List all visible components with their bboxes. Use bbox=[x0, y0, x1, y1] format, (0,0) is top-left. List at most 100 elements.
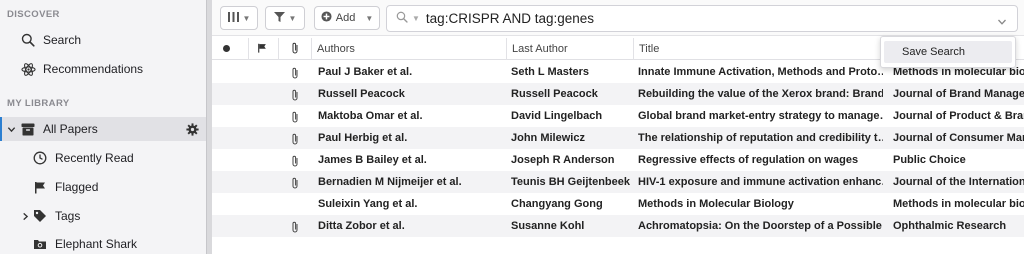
paperclip-icon[interactable] bbox=[291, 88, 301, 101]
app-window: DISCOVER Search Recommendations MY LIBRA… bbox=[0, 0, 1024, 254]
paperclip-icon[interactable] bbox=[291, 132, 301, 145]
sidebar-item-all-papers[interactable]: All Papers bbox=[0, 117, 206, 141]
add-button-label: Add bbox=[335, 12, 356, 24]
flag-column-header[interactable] bbox=[248, 38, 267, 60]
title-cell: HIV-1 exposure and immune activation enh… bbox=[638, 176, 883, 188]
authors-cell: Suleixin Yang et al. bbox=[318, 198, 418, 210]
title-cell: Rebuilding the value of the Xerox brand:… bbox=[638, 88, 883, 100]
authors-cell: Paul Herbig et al. bbox=[318, 132, 408, 144]
journal-cell: Journal of Product & Bran bbox=[893, 110, 1024, 122]
filter-icon bbox=[273, 11, 285, 25]
tag-icon bbox=[32, 208, 48, 224]
archive-box-icon bbox=[20, 121, 36, 137]
atom-icon bbox=[20, 61, 36, 77]
read-status-column-header[interactable] bbox=[223, 38, 230, 60]
search-icon bbox=[396, 10, 408, 28]
journal-cell: Journal of the Internationa bbox=[893, 176, 1024, 188]
title-cell: Regressive effects of regulation on wage… bbox=[638, 154, 859, 166]
journal-cell: Methods in molecular biol bbox=[893, 198, 1024, 210]
sidebar-item-search[interactable]: Search bbox=[0, 28, 206, 52]
paperclip-icon[interactable] bbox=[291, 110, 301, 123]
sidebar: DISCOVER Search Recommendations MY LIBRA… bbox=[0, 0, 206, 254]
dot-icon bbox=[223, 43, 230, 55]
sidebar-item-recently-read[interactable]: Recently Read bbox=[0, 146, 206, 170]
sidebar-item-label: Flagged bbox=[55, 180, 99, 194]
save-search-menu-item[interactable]: Save Search bbox=[884, 41, 1012, 63]
last-author-cell: Russell Peacock bbox=[511, 88, 598, 100]
add-button[interactable]: Add ▼ bbox=[314, 6, 380, 30]
search-options-popup: Save Search bbox=[880, 36, 1016, 68]
authors-column-header[interactable]: Authors bbox=[311, 38, 506, 60]
title-cell: Achromatopsia: On the Doorstep of a Poss… bbox=[638, 220, 883, 232]
search-input[interactable]: tag:CRISPR AND tag:genes bbox=[426, 11, 594, 26]
paperclip-icon bbox=[291, 42, 299, 57]
sidebar-item-label: Recommendations bbox=[43, 62, 144, 76]
last-author-cell: Teunis BH Geijtenbeek bbox=[511, 176, 630, 188]
sidebar-item-label: Elephant Shark bbox=[55, 237, 138, 251]
title-column-header[interactable]: Title bbox=[633, 38, 883, 60]
authors-cell: James B Bailey et al. bbox=[318, 154, 427, 166]
sidebar-item-elephant-shark[interactable]: Elephant Shark bbox=[0, 232, 206, 254]
table-row[interactable]: Suleixin Yang et al. Changyang Gong Method… bbox=[212, 193, 1024, 215]
last-author-cell: David Lingelbach bbox=[511, 110, 603, 122]
search-options-chevron-icon[interactable]: ▼ bbox=[412, 14, 420, 23]
chevron-down-icon[interactable] bbox=[997, 14, 1007, 32]
paperclip-icon[interactable] bbox=[291, 154, 301, 167]
chevron-down-icon[interactable] bbox=[6, 124, 16, 134]
last-author-column-header[interactable]: Last Author bbox=[506, 38, 633, 60]
toolbar: ▼ ▼ Add ▼ ▼ tag:CRISPR AND tag:genes bbox=[212, 0, 1024, 36]
authors-cell: Paul J Baker et al. bbox=[318, 66, 413, 78]
sidebar-item-label: Recently Read bbox=[55, 151, 134, 165]
last-author-cell: Changyang Gong bbox=[511, 198, 603, 210]
paperclip-icon[interactable] bbox=[291, 66, 301, 79]
clock-icon bbox=[32, 150, 48, 166]
search-box[interactable]: ▼ tag:CRISPR AND tag:genes bbox=[386, 5, 1018, 32]
journal-cell: Public Choice bbox=[893, 154, 966, 166]
title-cell: Innate Immune Activation, Methods and Pr… bbox=[638, 66, 883, 78]
table-row[interactable]: Ditta Zobor et al. Susanne Kohl Achromatop… bbox=[212, 215, 1024, 237]
journal-cell: Ophthalmic Research bbox=[893, 220, 1007, 232]
table-row[interactable]: Paul Herbig et al. John Milewicz The relat… bbox=[212, 127, 1024, 149]
filter-button[interactable]: ▼ bbox=[265, 6, 305, 30]
table-row[interactable]: Russell Peacock Russell Peacock Rebuilding… bbox=[212, 83, 1024, 105]
library-section-title: MY LIBRARY bbox=[7, 98, 70, 109]
sidebar-item-label: Search bbox=[43, 33, 82, 47]
paperclip-icon[interactable] bbox=[291, 220, 301, 233]
journal-cell: Journal of Consumer Mark bbox=[893, 132, 1024, 144]
authors-cell: Ditta Zobor et al. bbox=[318, 220, 405, 232]
sidebar-item-tags[interactable]: Tags bbox=[0, 204, 206, 228]
search-icon bbox=[20, 32, 36, 48]
gear-icon[interactable] bbox=[184, 121, 200, 137]
folder-icon bbox=[32, 236, 48, 252]
plus-circle-icon bbox=[321, 11, 332, 25]
last-author-cell: John Milewicz bbox=[511, 132, 585, 144]
attachment-column-header[interactable] bbox=[278, 38, 299, 60]
flag-icon bbox=[32, 179, 48, 195]
authors-cell: Bernadien M Nijmeijer et al. bbox=[318, 176, 462, 188]
columns-button[interactable]: ▼ bbox=[220, 6, 258, 30]
table-row[interactable]: Bernadien M Nijmeijer et al. Teunis BH Ge… bbox=[212, 171, 1024, 193]
last-author-cell: Joseph R Anderson bbox=[511, 154, 615, 166]
authors-cell: Maktoba Omar et al. bbox=[318, 110, 423, 122]
chevron-down-icon: ▼ bbox=[365, 13, 374, 23]
title-cell: Global brand market-entry strategy to ma… bbox=[638, 110, 883, 122]
sidebar-item-flagged[interactable]: Flagged bbox=[0, 175, 206, 199]
journal-cell: Journal of Brand Manager bbox=[893, 88, 1024, 100]
chevron-down-icon: ▼ bbox=[288, 13, 297, 23]
last-author-cell: Susanne Kohl bbox=[511, 220, 585, 232]
discover-section-title: DISCOVER bbox=[7, 9, 60, 20]
sidebar-item-label: All Papers bbox=[43, 122, 98, 136]
chevron-right-icon[interactable] bbox=[20, 211, 30, 221]
flag-icon bbox=[257, 43, 267, 56]
authors-cell: Russell Peacock bbox=[318, 88, 405, 100]
table-row[interactable]: James B Bailey et al. Joseph R Anderson Re… bbox=[212, 149, 1024, 171]
paperclip-icon[interactable] bbox=[291, 176, 301, 189]
last-author-cell: Seth L Masters bbox=[511, 66, 590, 78]
chevron-down-icon: ▼ bbox=[242, 13, 251, 23]
columns-icon bbox=[227, 11, 239, 25]
title-cell: Methods in Molecular Biology bbox=[638, 198, 794, 210]
title-cell: The relationship of reputation and credi… bbox=[638, 132, 883, 144]
table-row[interactable]: Maktoba Omar et al. David Lingelbach Globa… bbox=[212, 105, 1024, 127]
sidebar-item-recommendations[interactable]: Recommendations bbox=[0, 57, 206, 81]
sidebar-item-label: Tags bbox=[55, 209, 81, 223]
